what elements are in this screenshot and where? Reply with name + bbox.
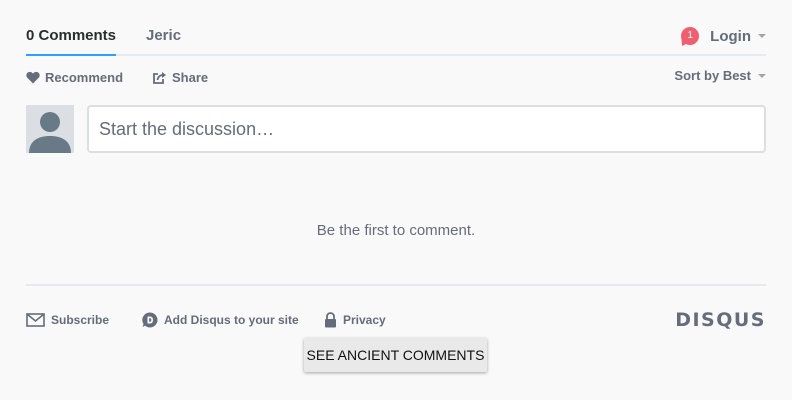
recommend-label: Recommend [45, 70, 124, 85]
subscribe-label: Subscribe [51, 313, 110, 327]
share-button[interactable]: Share [152, 70, 208, 85]
sort-label: Sort by Best [674, 68, 751, 83]
add-disqus-label: Add Disqus to your site [164, 313, 299, 327]
share-label: Share [172, 70, 209, 85]
caret-down-icon [758, 73, 766, 78]
add-disqus-link[interactable]: Add Disqus to your site [142, 310, 299, 330]
thread-actions: Recommend Share Sort by Best [26, 68, 766, 88]
envelope-icon [26, 313, 45, 327]
active-tab-indicator [26, 54, 116, 56]
caret-down-icon [758, 34, 766, 38]
sort-dropdown[interactable]: Sort by Best [674, 68, 766, 83]
avatar [26, 105, 74, 153]
notification-badge[interactable]: 1 [681, 27, 700, 45]
empty-thread-message: Be the first to comment. [316, 222, 476, 239]
tab-site[interactable]: Jeric [146, 27, 181, 45]
footer-divider [26, 284, 766, 286]
thread-nav: 0 Comments Jeric 1 Login [26, 0, 766, 56]
see-ancient-comments-button[interactable]: SEE ANCIENT COMMENTS [304, 338, 487, 372]
disqus-logo[interactable]: DISQUS [675, 310, 766, 330]
disqus-d-icon [142, 312, 158, 328]
login-label[interactable]: Login [710, 28, 751, 45]
login-menu[interactable]: 1 Login [681, 26, 766, 46]
privacy-label: Privacy [343, 313, 386, 327]
disqus-thread: 0 Comments Jeric 1 Login Recommend Share… [26, 0, 766, 400]
thread-footer: Subscribe Add Disqus to your site Privac… [26, 310, 766, 332]
avatar-placeholder-icon [29, 112, 71, 153]
share-icon [153, 71, 166, 84]
comment-input[interactable]: Start the discussion… [87, 105, 766, 153]
privacy-link[interactable]: Privacy [324, 310, 386, 330]
lock-icon [325, 312, 336, 328]
tab-comments[interactable]: 0 Comments [26, 27, 116, 45]
heart-icon [26, 71, 40, 84]
recommend-button[interactable]: Recommend [26, 70, 123, 85]
subscribe-link[interactable]: Subscribe [26, 310, 109, 330]
